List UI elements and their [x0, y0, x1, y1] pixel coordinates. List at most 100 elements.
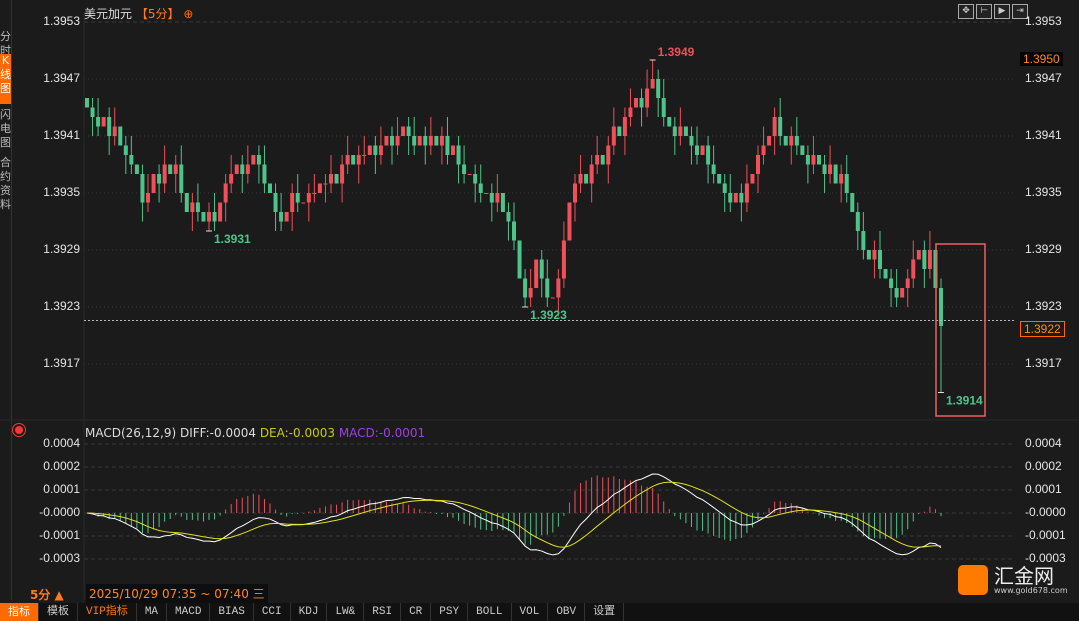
candle-body	[916, 250, 921, 260]
candle-body	[262, 164, 267, 184]
candle-body	[534, 259, 539, 288]
candle-body	[900, 288, 905, 298]
candle-body	[312, 193, 317, 194]
indicator-tab[interactable]: RSI	[364, 603, 402, 621]
candle-body	[207, 212, 211, 222]
candle-body	[473, 174, 478, 184]
candle-body	[478, 183, 483, 193]
candle-body	[889, 278, 894, 288]
candle-body	[850, 193, 855, 212]
indicator-tab[interactable]: 指标	[0, 603, 39, 621]
macd-tick-right: -0.0000	[1025, 505, 1066, 519]
candle-body	[384, 136, 389, 146]
candle-body	[184, 193, 189, 212]
indicator-tab[interactable]: VIP指标	[78, 603, 137, 621]
candle-body	[639, 98, 644, 108]
macd-tick-left: -0.0000	[39, 505, 80, 519]
candle-body	[728, 193, 733, 203]
candle-body	[656, 79, 661, 98]
indicator-tab[interactable]: KDJ	[291, 603, 328, 621]
candle-body	[733, 193, 738, 203]
candle-body	[561, 240, 566, 279]
candle-body	[545, 278, 550, 298]
indicator-tab[interactable]: VOL	[512, 603, 549, 621]
candle-body	[789, 136, 794, 146]
candle-body	[256, 155, 261, 165]
candle-body	[96, 117, 101, 127]
candle-body	[112, 126, 117, 136]
candle-body	[761, 145, 766, 155]
candle-body	[634, 98, 638, 108]
indicator-tab[interactable]: BIAS	[210, 603, 254, 621]
candle-body	[750, 174, 755, 184]
candle-body	[195, 202, 200, 212]
candle-body	[794, 136, 799, 146]
chart-canvas[interactable]: 1.3931 1.3923 1.3949 1.3914	[0, 0, 1079, 603]
macd-header: MACD(26,12,9) DIFF:-0.0004 DEA:-0.0003 M…	[85, 426, 425, 440]
candle-body	[101, 117, 106, 127]
candle-body	[811, 155, 816, 165]
indicator-tab[interactable]: CR	[401, 603, 432, 621]
candle-body	[539, 259, 544, 279]
candle-body	[517, 240, 522, 279]
candle-body	[323, 183, 328, 185]
price-tick-right: 1.3935	[1025, 185, 1062, 199]
candle-body	[406, 126, 411, 136]
indicator-settings-icon[interactable]	[15, 426, 23, 434]
candle-body	[683, 126, 688, 136]
candle-body	[711, 164, 716, 174]
candle-body	[695, 145, 699, 155]
candle-body	[223, 183, 228, 203]
candle-body	[284, 212, 289, 222]
candle-body	[767, 136, 772, 146]
candle-body	[744, 183, 749, 203]
indicator-tabs: 指标 模板 VIP指标 MA MACD BIAS CCI KDJ LW& RSI CR PSY BOLL…	[0, 603, 1079, 621]
candle-body	[451, 145, 455, 155]
indicator-tab[interactable]: OBV	[548, 603, 586, 621]
price-tick-right: 1.3929	[1025, 242, 1062, 256]
candle-body	[894, 288, 899, 298]
candle-body	[439, 136, 444, 146]
candle-body	[85, 98, 89, 108]
candle-body	[140, 174, 145, 203]
macd-dea: DEA:-0.0003	[259, 426, 335, 440]
candle-body	[839, 174, 844, 184]
indicator-tab[interactable]: MACD	[167, 603, 211, 621]
candle-body	[717, 174, 722, 184]
period-selector[interactable]: 5分 ▲	[30, 586, 64, 603]
candle-body	[306, 193, 311, 203]
indicator-tab[interactable]: CCI	[254, 603, 291, 621]
candle-body	[301, 202, 306, 204]
candle-body	[650, 79, 655, 89]
indicator-tab[interactable]: BOLL	[468, 603, 512, 621]
price-tick-right: 1.3941	[1025, 128, 1062, 142]
candle-body	[833, 164, 838, 184]
candle-body	[367, 145, 372, 155]
price-tick-left: 1.3917	[43, 356, 80, 370]
candle-body	[567, 202, 572, 241]
candle-body	[550, 297, 555, 299]
indicator-tab[interactable]: PSY	[431, 603, 469, 621]
indicator-tab[interactable]: MA	[137, 603, 168, 621]
candle-body	[168, 164, 173, 174]
candle-body	[578, 174, 583, 184]
candle-body	[506, 212, 511, 222]
candle-body	[584, 174, 589, 184]
price-tick-right: 1.3953	[1025, 14, 1062, 28]
candle-body	[456, 145, 461, 165]
candle-body	[822, 164, 827, 174]
candle-body	[667, 117, 672, 127]
candle-body	[151, 174, 156, 193]
candle-body	[661, 98, 666, 117]
highlight-box	[935, 243, 986, 417]
candle-body	[340, 164, 345, 184]
indicator-tab[interactable]: LW&	[327, 603, 365, 621]
candle-body	[428, 136, 433, 146]
high-price-label: 1.3950	[1020, 52, 1063, 66]
candle-body	[911, 259, 916, 279]
indicator-tab[interactable]: 模板	[39, 603, 78, 621]
candle-body	[295, 193, 300, 203]
current-price-label: 1.3922	[1020, 321, 1065, 337]
indicator-tab[interactable]: 设置	[585, 603, 625, 621]
candle-body	[201, 212, 206, 222]
